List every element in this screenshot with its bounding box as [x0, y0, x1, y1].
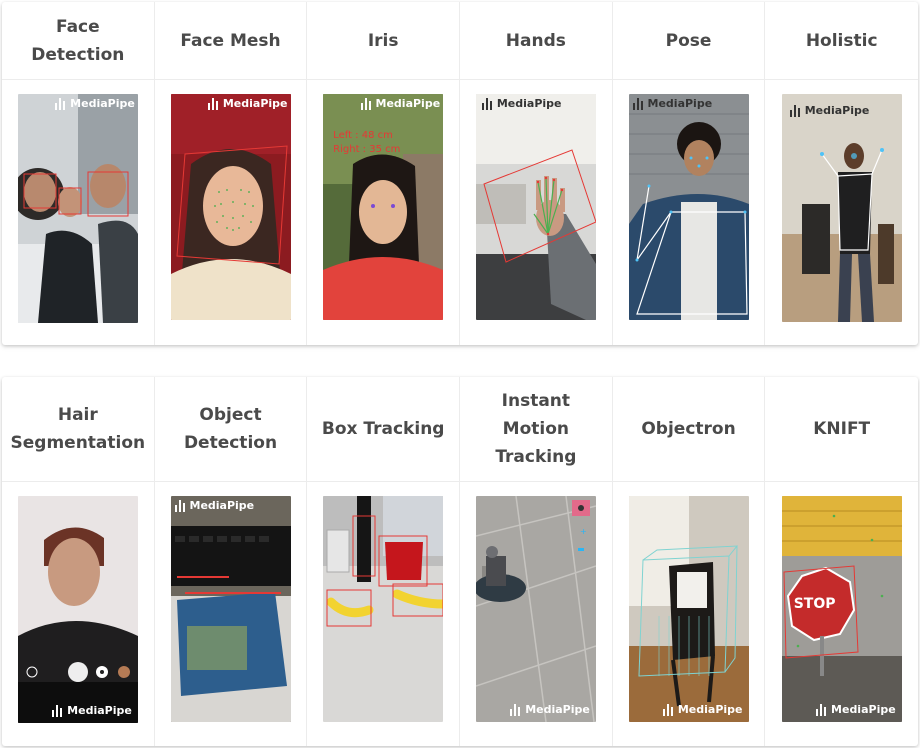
heading-line: Box Tracking: [321, 419, 445, 439]
cell-face-mesh: MediaPipe: [155, 80, 308, 345]
face-detection-demo[interactable]: MediaPipe: [17, 94, 138, 323]
heading-line: Object: [199, 405, 262, 425]
heading-line: Iris: [367, 30, 399, 51]
heading-objectron[interactable]: Objectron: [613, 377, 766, 481]
heading-instant-motion-tracking[interactable]: Instant Motion Tracking: [460, 377, 613, 481]
mediapipe-watermark: MediaPipe: [360, 97, 440, 110]
heading-line: Instant: [501, 391, 571, 411]
heading-box-tracking[interactable]: Box Tracking: [307, 377, 461, 481]
knift-demo[interactable]: STOP MediaPipe: [781, 496, 902, 722]
hair-segmentation-demo[interactable]: MediaPipe: [17, 496, 138, 723]
heading-line: Face Mesh: [180, 30, 281, 51]
cell-iris: MediaPipe Left : 48 cm Right : 35 cm: [307, 80, 461, 345]
holistic-demo[interactable]: MediaPipe: [781, 94, 902, 322]
solutions-row-2: Hair Segmentation Object Detection Box Tra…: [2, 377, 918, 746]
heading-line: Objectron: [641, 419, 736, 439]
heading-object-detection[interactable]: Object Detection: [155, 377, 308, 481]
pose-demo[interactable]: MediaPipe: [628, 94, 749, 320]
heading-line: Detection: [31, 44, 125, 65]
cell-instant-motion-tracking: + MediaPipe: [460, 482, 613, 746]
svg-text:+: +: [580, 527, 587, 536]
heading-knift[interactable]: KNIFT: [765, 377, 918, 481]
instant-motion-tracking-demo[interactable]: + MediaPipe: [475, 496, 596, 722]
mediapipe-watermark: MediaPipe: [55, 97, 135, 110]
mediapipe-watermark: MediaPipe: [632, 97, 712, 110]
cell-hands: MediaPipe: [460, 80, 613, 345]
mediapipe-logo-icon: [789, 104, 802, 117]
mediapipe-watermark: MediaPipe: [662, 703, 743, 716]
heading-hair-segmentation[interactable]: Hair Segmentation: [2, 377, 155, 481]
mediapipe-logo-icon: [816, 703, 828, 716]
iris-demo[interactable]: MediaPipe Left : 48 cm Right : 35 cm: [323, 94, 444, 320]
objectron-demo[interactable]: MediaPipe: [628, 496, 749, 722]
mediapipe-watermark: MediaPipe: [816, 703, 896, 716]
mediapipe-logo-icon: [510, 703, 522, 716]
heading-line: Hair: [57, 405, 98, 425]
heading-line: Hands: [505, 30, 566, 51]
mediapipe-watermark: MediaPipe: [207, 97, 288, 110]
solutions-row-1: Face Detection Face Mesh Iris Hands Pose …: [2, 2, 918, 345]
heading-line: Face: [55, 16, 100, 37]
cell-pose: MediaPipe: [613, 80, 766, 345]
heading-face-detection[interactable]: Face Detection: [2, 2, 155, 79]
heading-line: KNIFT: [813, 419, 871, 439]
cell-holistic: MediaPipe: [765, 80, 918, 345]
hands-demo[interactable]: MediaPipe: [475, 94, 596, 320]
mediapipe-watermark: MediaPipe: [481, 97, 562, 110]
stop-sign-text: STOP: [793, 596, 836, 612]
mediapipe-logo-icon: [55, 97, 67, 110]
cell-knift: STOP MediaPipe: [765, 482, 918, 746]
iris-distance-left: Left : 48 cm: [333, 130, 393, 141]
mediapipe-logo-icon: [481, 97, 494, 110]
mediapipe-logo-icon: [52, 704, 64, 717]
cell-hair-segmentation: MediaPipe: [2, 482, 155, 746]
heading-pose[interactable]: Pose: [613, 2, 766, 79]
mediapipe-watermark: MediaPipe: [510, 703, 590, 716]
heading-line: Detection: [183, 433, 278, 453]
heading-iris[interactable]: Iris: [307, 2, 461, 79]
cell-face-detection: MediaPipe: [2, 80, 155, 345]
heading-hands[interactable]: Hands: [460, 2, 613, 79]
mediapipe-logo-icon: [360, 97, 373, 110]
object-detection-demo[interactable]: MediaPipe: [170, 496, 291, 722]
mediapipe-logo-icon: [174, 499, 187, 512]
mediapipe-logo-icon: [632, 97, 645, 110]
heading-line: Motion: [502, 419, 570, 439]
mediapipe-watermark: MediaPipe: [789, 104, 869, 117]
mediapipe-logo-icon: [662, 703, 675, 716]
heading-line: Segmentation: [10, 433, 146, 453]
mediapipe-watermark: MediaPipe: [52, 704, 132, 717]
box-tracking-demo[interactable]: [323, 496, 444, 722]
face-mesh-demo[interactable]: MediaPipe: [170, 94, 291, 320]
cell-box-tracking: [307, 482, 461, 746]
heading-holistic[interactable]: Holistic: [765, 2, 918, 79]
heading-line: Holistic: [805, 30, 878, 51]
mediapipe-watermark: MediaPipe: [174, 499, 254, 512]
iris-distance-right: Right : 35 cm: [333, 144, 401, 155]
heading-face-mesh[interactable]: Face Mesh: [155, 2, 308, 79]
heading-line: Tracking: [495, 447, 577, 467]
cell-object-detection: MediaPipe: [155, 482, 308, 746]
mediapipe-logo-icon: [207, 97, 220, 110]
cell-objectron: MediaPipe: [613, 482, 766, 746]
heading-line: Pose: [665, 30, 712, 51]
